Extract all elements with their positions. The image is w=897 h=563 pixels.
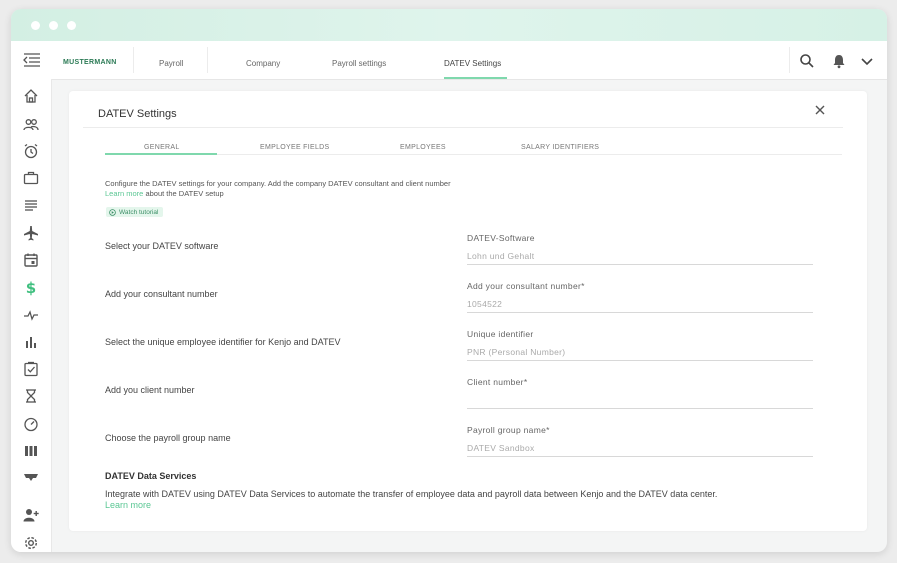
list-icon[interactable] — [22, 196, 40, 214]
title-bar — [11, 9, 887, 41]
window-close-dot[interactable] — [31, 21, 40, 30]
nav-tab-payroll[interactable]: Payroll — [159, 59, 183, 68]
subtab-salary-identifiers[interactable]: SALARY IDENTIFIERS — [521, 144, 599, 151]
window-maximize-dot[interactable] — [67, 21, 76, 30]
consultant-field-label: Add your consultant number* — [467, 281, 585, 291]
payroll-group-input[interactable]: DATEV Sandbox — [467, 443, 535, 453]
identifier-field-underline — [467, 360, 813, 361]
learn-more-line: Learn more about the DATEV setup — [105, 189, 224, 198]
client-field-underline — [467, 408, 813, 409]
software-row-label: Select your DATEV software — [105, 241, 219, 251]
svg-text:$: $ — [26, 279, 36, 296]
gauge-icon[interactable] — [22, 415, 40, 433]
title-divider — [83, 127, 843, 128]
pulse-icon[interactable] — [22, 306, 40, 324]
software-field-label: DATEV-Software — [467, 233, 535, 243]
payroll-group-field-label: Payroll group name* — [467, 425, 550, 435]
client-number-input[interactable] — [467, 395, 813, 407]
identifier-row-label: Select the unique employee identifier fo… — [105, 337, 341, 347]
megaphone-icon[interactable] — [22, 469, 40, 487]
consultant-number-input[interactable]: 1054522 — [467, 299, 502, 309]
sidebar: $ — [11, 79, 52, 552]
consultant-row-label: Add your consultant number — [105, 289, 218, 299]
identifier-field-label: Unique identifier — [467, 329, 534, 339]
nav-tab-datev-settings[interactable]: DATEV Settings — [444, 59, 501, 68]
data-services-learn-more-link[interactable]: Learn more — [105, 500, 151, 510]
bar-chart-icon[interactable] — [22, 333, 40, 351]
gear-icon[interactable] — [22, 534, 40, 552]
nav-tab-payroll-settings[interactable]: Payroll settings — [332, 59, 386, 68]
software-field-underline — [467, 264, 813, 265]
software-select[interactable]: Lohn und Gehalt — [467, 251, 534, 261]
briefcase-icon[interactable] — [22, 169, 40, 187]
alarm-clock-icon[interactable] — [22, 142, 40, 160]
watch-tutorial-button[interactable]: Watch tutorial — [106, 207, 163, 217]
play-icon — [109, 208, 116, 216]
app-window: MUSTERMANN Payroll Company Payroll setti… — [11, 9, 887, 552]
payroll-group-row-label: Choose the payroll group name — [105, 433, 231, 443]
data-services-title: DATEV Data Services — [105, 471, 197, 481]
menu-toggle-icon[interactable] — [21, 50, 43, 70]
airplane-icon[interactable] — [22, 224, 40, 242]
datev-settings-card: DATEV Settings GENERAL EMPLOYEE FIELDS E… — [69, 91, 867, 531]
watch-tutorial-label: Watch tutorial — [119, 208, 159, 216]
active-subtab-indicator — [105, 153, 217, 155]
unique-identifier-select[interactable]: PNR (Personal Number) — [467, 347, 565, 357]
intro-text: Configure the DATEV settings for your co… — [105, 179, 451, 188]
window-minimize-dot[interactable] — [49, 21, 58, 30]
nav-tab-company[interactable]: Company — [246, 59, 280, 68]
data-services-text: Integrate with DATEV using DATEV Data Se… — [105, 489, 718, 499]
columns-icon[interactable] — [22, 442, 40, 460]
subtab-employee-fields[interactable]: EMPLOYEE FIELDS — [260, 144, 329, 151]
client-row-label: Add you client number — [105, 385, 195, 395]
search-icon[interactable] — [799, 53, 815, 69]
payroll-group-field-underline — [467, 456, 813, 457]
top-navigation: MUSTERMANN Payroll Company Payroll setti… — [11, 41, 887, 80]
home-icon[interactable] — [22, 87, 40, 105]
learn-more-link[interactable]: Learn more — [105, 189, 143, 198]
chevron-down-icon[interactable] — [859, 53, 875, 69]
people-icon[interactable] — [22, 115, 40, 133]
hourglass-icon[interactable] — [22, 387, 40, 405]
checklist-icon[interactable] — [22, 360, 40, 378]
client-field-label: Client number* — [467, 377, 528, 387]
close-icon[interactable] — [813, 103, 827, 117]
subtab-employees[interactable]: EMPLOYEES — [400, 144, 446, 151]
active-tab-indicator — [444, 77, 507, 79]
add-user-icon[interactable] — [22, 506, 40, 524]
consultant-field-underline — [467, 312, 813, 313]
learn-more-suffix: about the DATEV setup — [143, 189, 224, 198]
calendar-icon[interactable] — [22, 251, 40, 269]
dollar-icon[interactable]: $ — [22, 278, 40, 297]
bell-icon[interactable] — [831, 53, 847, 69]
subtab-general[interactable]: GENERAL — [144, 144, 180, 151]
card-title: DATEV Settings — [98, 108, 177, 120]
company-brand[interactable]: MUSTERMANN — [63, 59, 117, 66]
